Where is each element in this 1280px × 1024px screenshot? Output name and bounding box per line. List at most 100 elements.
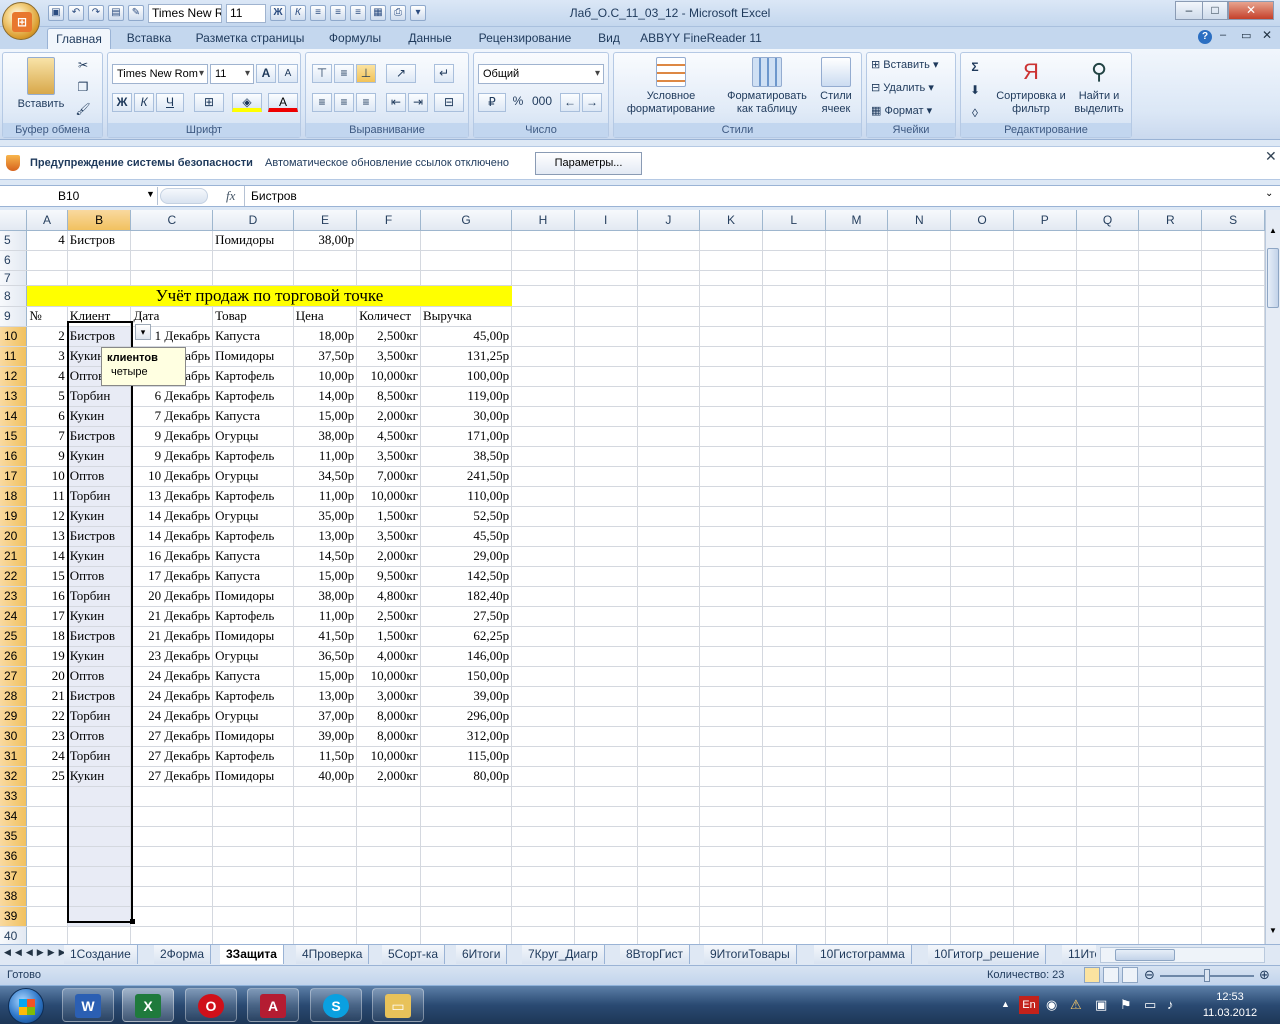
cell[interactable] — [637, 706, 701, 727]
cell[interactable] — [574, 886, 638, 907]
cell[interactable] — [825, 546, 889, 567]
volume-icon[interactable]: ♪ — [1167, 997, 1174, 1012]
cell[interactable] — [293, 846, 358, 867]
cell[interactable] — [356, 906, 421, 927]
cell[interactable] — [1138, 466, 1203, 487]
cell[interactable] — [1138, 726, 1203, 747]
italic-button[interactable]: К — [134, 93, 154, 112]
autosum-icon[interactable]: Σ — [965, 59, 985, 78]
cell[interactable] — [699, 406, 763, 427]
italic-icon[interactable]: К — [290, 5, 306, 21]
cell[interactable] — [67, 846, 132, 867]
cell[interactable] — [762, 706, 826, 727]
cell[interactable] — [26, 270, 68, 286]
cell[interactable] — [950, 230, 1014, 251]
data-cell[interactable]: 142,50р — [420, 566, 513, 587]
sheet-tab[interactable]: 9ИтогиТовары — [704, 945, 797, 964]
cell[interactable] — [887, 346, 952, 367]
cell[interactable] — [762, 726, 826, 747]
cell[interactable] — [420, 270, 513, 286]
cell[interactable] — [950, 486, 1014, 507]
cell[interactable] — [1201, 646, 1265, 667]
data-cell[interactable]: 13 Декабрь — [130, 486, 214, 507]
data-cell[interactable]: 24 — [26, 746, 68, 767]
cell[interactable] — [637, 846, 701, 867]
cell[interactable] — [574, 346, 638, 367]
row-header[interactable]: 40 — [0, 926, 28, 944]
help-icon[interactable]: ? — [1198, 30, 1212, 44]
cell[interactable] — [1076, 366, 1140, 387]
column-header-o[interactable]: O — [950, 210, 1014, 231]
cell[interactable] — [825, 866, 889, 887]
data-cell[interactable]: 14 Декабрь — [130, 506, 214, 527]
cell[interactable] — [762, 766, 826, 787]
data-cell[interactable]: Картофель — [212, 386, 294, 407]
cell[interactable] — [1076, 806, 1140, 827]
cell[interactable] — [762, 446, 826, 467]
ribbon-minimize-icon[interactable]: – — [1220, 29, 1226, 41]
cell[interactable] — [26, 846, 68, 867]
data-cell[interactable]: Капуста — [212, 566, 294, 587]
format-painter-icon[interactable]: 🖌 — [73, 101, 93, 120]
row-header[interactable]: 16 — [0, 446, 28, 467]
cell[interactable] — [1013, 586, 1077, 607]
cell[interactable] — [511, 285, 575, 307]
cell[interactable] — [1076, 926, 1140, 944]
ribbon-restore-icon[interactable]: ▭ — [1241, 29, 1251, 42]
cell[interactable] — [1138, 446, 1203, 467]
cell[interactable] — [950, 906, 1014, 927]
cell[interactable] — [762, 606, 826, 627]
data-cell[interactable]: 7 — [26, 426, 68, 447]
clock-date[interactable]: 11.03.2012 — [1194, 1007, 1266, 1019]
cell[interactable] — [293, 906, 358, 927]
percent-button[interactable]: % — [508, 93, 528, 112]
cell[interactable] — [511, 666, 575, 687]
cell[interactable] — [1013, 646, 1077, 667]
cell[interactable] — [1138, 486, 1203, 507]
cell[interactable] — [637, 686, 701, 707]
cell[interactable] — [1138, 406, 1203, 427]
sheet-tab[interactable]: 1Создание — [64, 945, 138, 964]
clear-icon[interactable]: ◊ — [965, 105, 985, 124]
row-header[interactable]: 35 — [0, 826, 28, 847]
data-cell[interactable]: 2,000кг — [356, 546, 421, 567]
align-right-icon[interactable]: ≡ — [356, 93, 376, 112]
cut-icon[interactable]: ✂ — [73, 57, 93, 76]
increase-decimal-icon[interactable]: ← — [560, 93, 580, 112]
cell[interactable] — [887, 706, 952, 727]
cell[interactable] — [511, 766, 575, 787]
cell[interactable] — [825, 786, 889, 807]
row-header[interactable]: 12 — [0, 366, 28, 387]
row-header[interactable]: 6 — [0, 250, 28, 271]
column-header-p[interactable]: P — [1013, 210, 1077, 231]
cell[interactable] — [67, 906, 132, 927]
cell[interactable] — [950, 666, 1014, 687]
cell[interactable] — [1013, 846, 1077, 867]
data-cell[interactable]: 3,000кг — [356, 686, 421, 707]
cell[interactable] — [950, 886, 1014, 907]
thousands-button[interactable]: 000 — [530, 93, 554, 112]
data-cell[interactable]: 21 Декабрь — [130, 626, 214, 647]
column-header-r[interactable]: R — [1138, 210, 1203, 231]
cell[interactable] — [825, 686, 889, 707]
cell[interactable] — [130, 906, 214, 927]
cell[interactable] — [1013, 366, 1077, 387]
cell[interactable] — [212, 270, 294, 286]
cell[interactable] — [762, 666, 826, 687]
cell[interactable] — [574, 626, 638, 647]
cell[interactable] — [825, 626, 889, 647]
cell[interactable] — [511, 746, 575, 767]
cell[interactable] — [574, 646, 638, 667]
sort-filter-button[interactable]: Я Сортировка и фильтр — [995, 57, 1067, 116]
row-header[interactable]: 5 — [0, 230, 28, 251]
tab-formulas[interactable]: Формулы — [322, 28, 388, 49]
data-cell[interactable]: 52,50р — [420, 506, 513, 527]
cell[interactable] — [1076, 250, 1140, 271]
align-right-icon[interactable]: ≡ — [350, 5, 366, 21]
data-cell[interactable]: 13 — [26, 526, 68, 547]
cell[interactable] — [887, 446, 952, 467]
cell[interactable] — [574, 386, 638, 407]
cell[interactable] — [574, 806, 638, 827]
cell[interactable] — [1138, 426, 1203, 447]
cell[interactable] — [1138, 526, 1203, 547]
